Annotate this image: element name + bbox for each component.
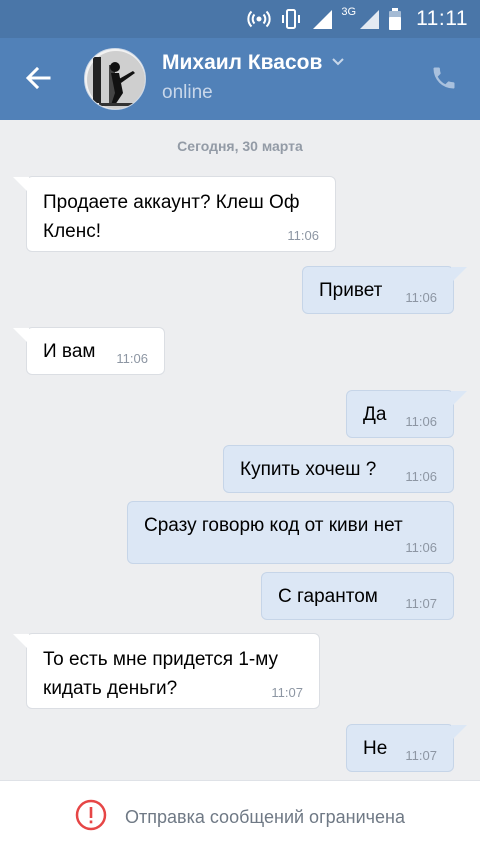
date-separator: Сегодня, 30 марта <box>177 138 303 154</box>
bubble-tail <box>13 634 29 650</box>
signal-icon <box>311 8 333 30</box>
message-text: То есть мне придется 1-му кидать деньги? <box>43 649 279 699</box>
chat-header: Михаил Квасов online <box>0 38 480 120</box>
bubble-tail <box>451 391 467 407</box>
message-outgoing[interactable]: Привет 11:06 <box>302 266 467 314</box>
message-time: 11:07 <box>405 596 437 611</box>
message-incoming[interactable]: То есть мне придется 1-му кидать деньги?… <box>13 633 320 709</box>
avatar[interactable] <box>84 48 146 110</box>
message-time: 11:07 <box>271 685 303 700</box>
message-text: Купить хочеш ? <box>240 459 377 480</box>
presence-status: online <box>162 82 213 103</box>
message-text: Да <box>363 404 387 425</box>
message-time: 11:06 <box>405 469 437 484</box>
message-text: И вам <box>43 341 96 362</box>
message-text: Сразу говорю код от киви нет <box>144 515 403 536</box>
message-outgoing[interactable]: С гарантом 11:07 <box>261 572 454 620</box>
message-time: 11:06 <box>287 228 319 243</box>
contact-name-row[interactable]: Михаил Квасов <box>162 51 346 75</box>
message-time: 11:07 <box>405 748 437 763</box>
message-text: Привет <box>319 280 383 301</box>
call-button[interactable] <box>426 62 462 98</box>
message-text: С гарантом <box>278 586 378 607</box>
hotspot-icon <box>247 7 271 31</box>
bubble-tail <box>13 177 29 193</box>
message-time: 11:06 <box>405 540 437 555</box>
message-incoming[interactable]: Продаете аккаунт? Клеш Оф Кленс! 11:06 <box>13 176 336 252</box>
message-time: 11:06 <box>405 414 437 429</box>
back-arrow-icon <box>24 64 52 97</box>
battery-icon <box>388 7 402 31</box>
network-type: 3G <box>341 6 357 18</box>
back-button[interactable] <box>18 60 58 100</box>
vibrate-icon <box>279 7 303 31</box>
message-text: Продаете аккаунт? Клеш Оф Кленс! <box>43 192 300 242</box>
message-time: 11:06 <box>405 290 437 305</box>
clock: 11:11 <box>416 7 468 30</box>
signal-icon <box>358 8 380 30</box>
status-icons: 3G 11:11 <box>247 5 468 33</box>
message-outgoing[interactable]: Не 11:07 <box>346 724 467 772</box>
message-incoming[interactable]: И вам 11:06 <box>13 327 165 375</box>
warning-icon <box>75 799 107 836</box>
message-outgoing[interactable]: Купить хочеш ? 11:06 <box>223 445 454 493</box>
message-text: Не <box>363 738 388 759</box>
message-outgoing[interactable]: Сразу говорю код от киви нет 11:06 <box>127 501 454 564</box>
bubble-tail <box>13 328 29 344</box>
message-outgoing[interactable]: Да 11:06 <box>346 390 467 438</box>
status-bar: 3G 11:11 <box>0 0 480 38</box>
bubble-tail <box>451 267 467 283</box>
message-time: 11:06 <box>116 351 148 366</box>
contact-name: Михаил Квасов <box>162 51 323 74</box>
phone-icon <box>430 64 458 97</box>
message-list[interactable]: Сегодня, 30 марта Продаете аккаунт? Клеш… <box>0 120 480 778</box>
messaging-restricted-bar: Отправка сообщений ограничена <box>0 780 480 854</box>
restriction-notice: Отправка сообщений ограничена <box>125 807 405 827</box>
bubble-tail <box>451 725 467 741</box>
chevron-down-icon <box>330 53 346 74</box>
